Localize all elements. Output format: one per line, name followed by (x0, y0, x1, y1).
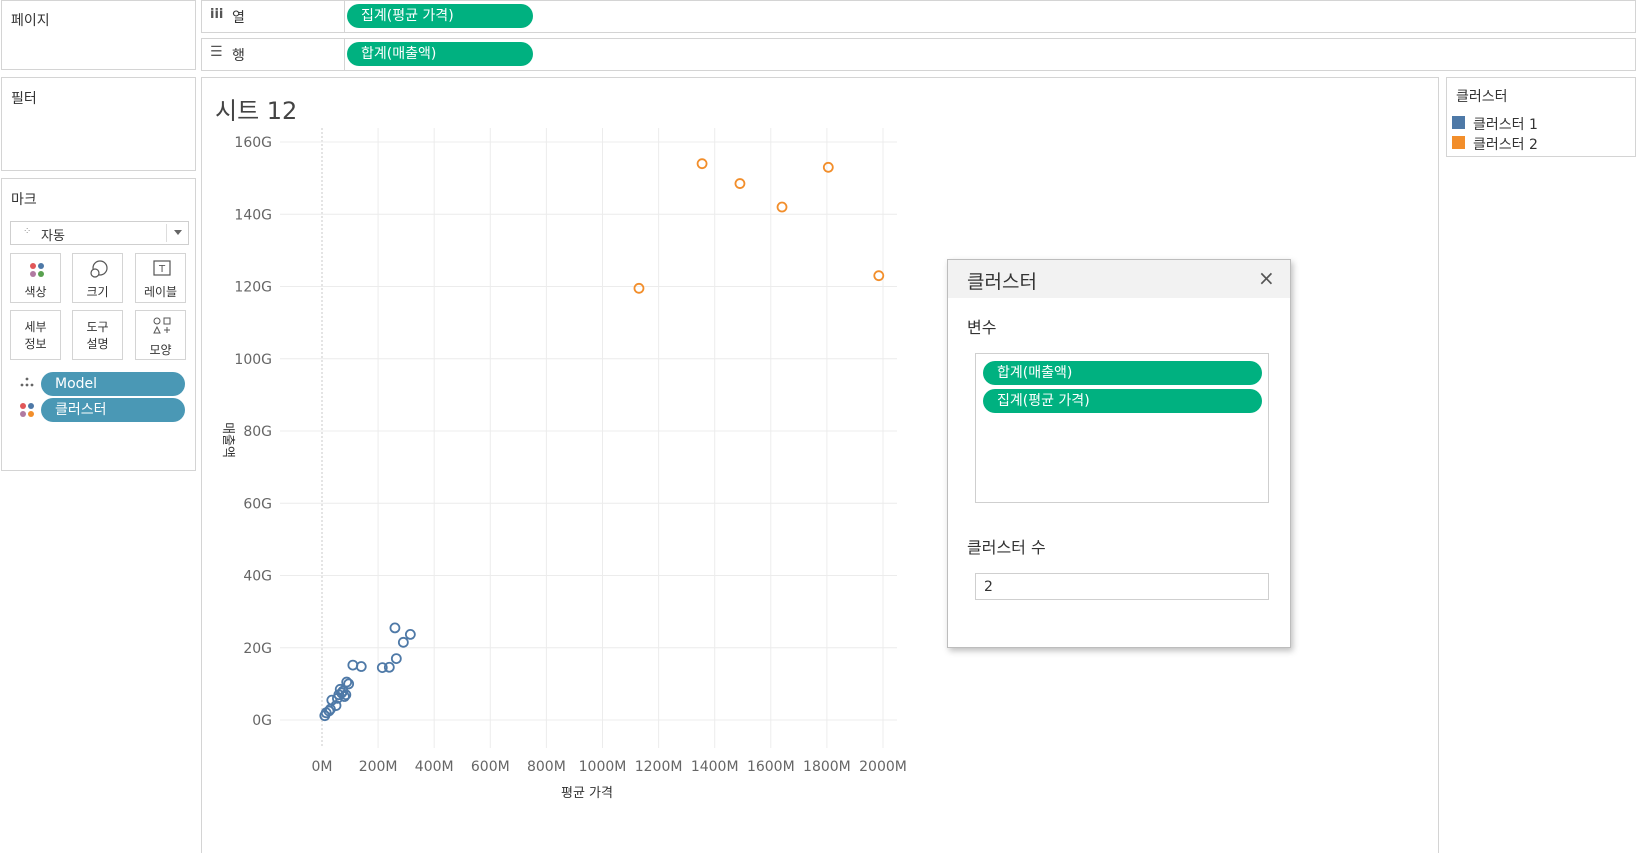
y-tick-label: 120G (234, 280, 272, 296)
filters-title: 필터 (11, 91, 37, 107)
variable-pill-avg-price[interactable]: 집계(평균 가격) (983, 389, 1262, 413)
y-tick-label: 100G (234, 352, 272, 368)
cluster-count-input[interactable]: 2 (975, 573, 1269, 600)
variables-dropzone[interactable]: 합계(매출액) 집계(평균 가격) (975, 353, 1269, 503)
scatter-point[interactable] (776, 201, 788, 213)
pages-title: 페이지 (11, 13, 50, 29)
y-tick-label: 0G (252, 713, 272, 729)
y-tick-label: 40G (243, 569, 272, 585)
x-axis-title: 평균 가격 (561, 786, 613, 801)
size-icon (90, 260, 108, 278)
scatter-point[interactable] (633, 282, 645, 294)
x-tick-label: 1200M (635, 759, 683, 775)
scatter-point[interactable] (397, 636, 409, 648)
cluster-count-label: 클러스터 수 (967, 538, 1046, 557)
filters-panel[interactable]: 필터 (1, 77, 196, 171)
legend-swatch (1452, 116, 1465, 129)
scatter-point[interactable] (696, 158, 708, 170)
shelf-divider (344, 39, 345, 70)
scatter-point[interactable] (873, 270, 885, 282)
close-icon[interactable]: × (1258, 266, 1275, 290)
pages-panel[interactable]: 페이지 (1, 0, 196, 70)
marks-panel: 마크 ⁘ 자동 색상 크기 T 레이블 세부 정보 도구 설명 모양 Model… (1, 178, 196, 471)
shape-label: 모양 (149, 343, 172, 357)
scatter-point[interactable] (389, 622, 401, 634)
chevron-down-icon (174, 230, 182, 235)
x-tick-label: 0M (312, 759, 333, 775)
svg-text:T: T (158, 264, 166, 275)
text-label-icon: T (153, 260, 171, 276)
columns-label: 열 (232, 10, 245, 26)
x-tick-label: 200M (359, 759, 398, 775)
mark-type-select[interactable]: ⁘ 자동 (10, 221, 189, 245)
legend-item[interactable]: 클러스터 2 (1450, 134, 1635, 153)
tooltip-label-2: 설명 (86, 337, 109, 351)
x-tick-label: 2000M (859, 759, 907, 775)
detail-label-1: 세부 (24, 320, 47, 334)
variables-label: 변수 (967, 318, 997, 337)
cluster-dialog: 클러스터 × 변수 합계(매출액) 집계(평균 가격) 클러스터 수 2 (947, 259, 1291, 648)
detail-button[interactable]: 세부 정보 (10, 310, 61, 360)
label-label: 레이블 (143, 285, 178, 299)
columns-shelf[interactable]: iii 열 집계(평균 가격) (201, 0, 1636, 33)
mark-type-divider (166, 224, 167, 242)
variable-pill-sales[interactable]: 합계(매출액) (983, 361, 1262, 385)
cluster-field-pill[interactable]: 클러스터 (41, 398, 185, 422)
shape-button[interactable]: 모양 (135, 310, 186, 360)
y-tick-label: 80G (243, 424, 272, 440)
y-tick-label: 160G (234, 135, 272, 151)
scatter-point[interactable] (404, 628, 416, 640)
color-label: 색상 (24, 285, 47, 299)
rows-icon: ☰ (210, 44, 223, 60)
detail-icon (20, 377, 34, 387)
scatter-point[interactable] (347, 659, 359, 671)
y-tick-label: 20G (243, 641, 272, 657)
mark-type-value: 자동 (41, 229, 65, 244)
color-icon (30, 263, 44, 277)
tooltip-label-1: 도구 (86, 320, 109, 334)
label-button[interactable]: T 레이블 (135, 253, 186, 303)
scatter-point[interactable] (734, 178, 746, 189)
dialog-header: 클러스터 × (948, 260, 1290, 298)
detail-label-2: 정보 (24, 337, 47, 351)
legend-item-label: 클러스터 1 (1473, 117, 1538, 133)
size-button[interactable]: 크기 (72, 253, 123, 303)
x-tick-label: 1800M (803, 759, 851, 775)
y-tick-label: 140G (234, 207, 272, 223)
legend-item[interactable]: 클러스터 1 (1450, 114, 1635, 133)
y-axis-title: 매출액 (220, 422, 235, 458)
scatter-chart[interactable]: 0M 200M 400M 600M 800M 1000M 1200M 1400M 1600M 18… (202, 120, 942, 840)
shelf-divider (344, 1, 345, 32)
scatter-point[interactable] (390, 653, 402, 664)
shape-icon (153, 317, 171, 334)
cluster-count-value: 2 (984, 579, 993, 595)
model-field-pill[interactable]: Model (41, 372, 185, 396)
dialog-title: 클러스터 (967, 271, 1037, 293)
legend-swatch (1452, 136, 1465, 149)
legend-title: 클러스터 (1456, 89, 1508, 105)
size-label: 크기 (86, 285, 109, 299)
rows-label: 행 (232, 48, 245, 64)
rows-shelf[interactable]: ☰ 행 합계(매출액) (201, 38, 1636, 71)
x-tick-label: 1000M (579, 759, 627, 775)
columns-icon: iii (210, 7, 224, 22)
tooltip-button[interactable]: 도구 설명 (72, 310, 123, 360)
x-tick-label: 1600M (747, 759, 795, 775)
x-tick-label: 400M (415, 759, 454, 775)
x-tick-label: 600M (471, 759, 510, 775)
marks-title: 마크 (11, 192, 37, 208)
scatter-point[interactable] (355, 661, 367, 672)
scatter-point[interactable] (822, 161, 834, 173)
legend-item-label: 클러스터 2 (1473, 137, 1538, 153)
x-tick-label: 800M (527, 759, 566, 775)
cluster-legend[interactable]: 클러스터 클러스터 1 클러스터 2 (1446, 77, 1636, 157)
color-icon (20, 403, 34, 417)
y-tick-label: 60G (243, 496, 272, 512)
columns-pill[interactable]: 집계(평균 가격) (347, 4, 533, 28)
x-tick-label: 1400M (691, 759, 739, 775)
rows-pill[interactable]: 합계(매출액) (347, 42, 533, 66)
auto-mark-icon: ⁘ (23, 226, 32, 237)
color-button[interactable]: 색상 (10, 253, 61, 303)
